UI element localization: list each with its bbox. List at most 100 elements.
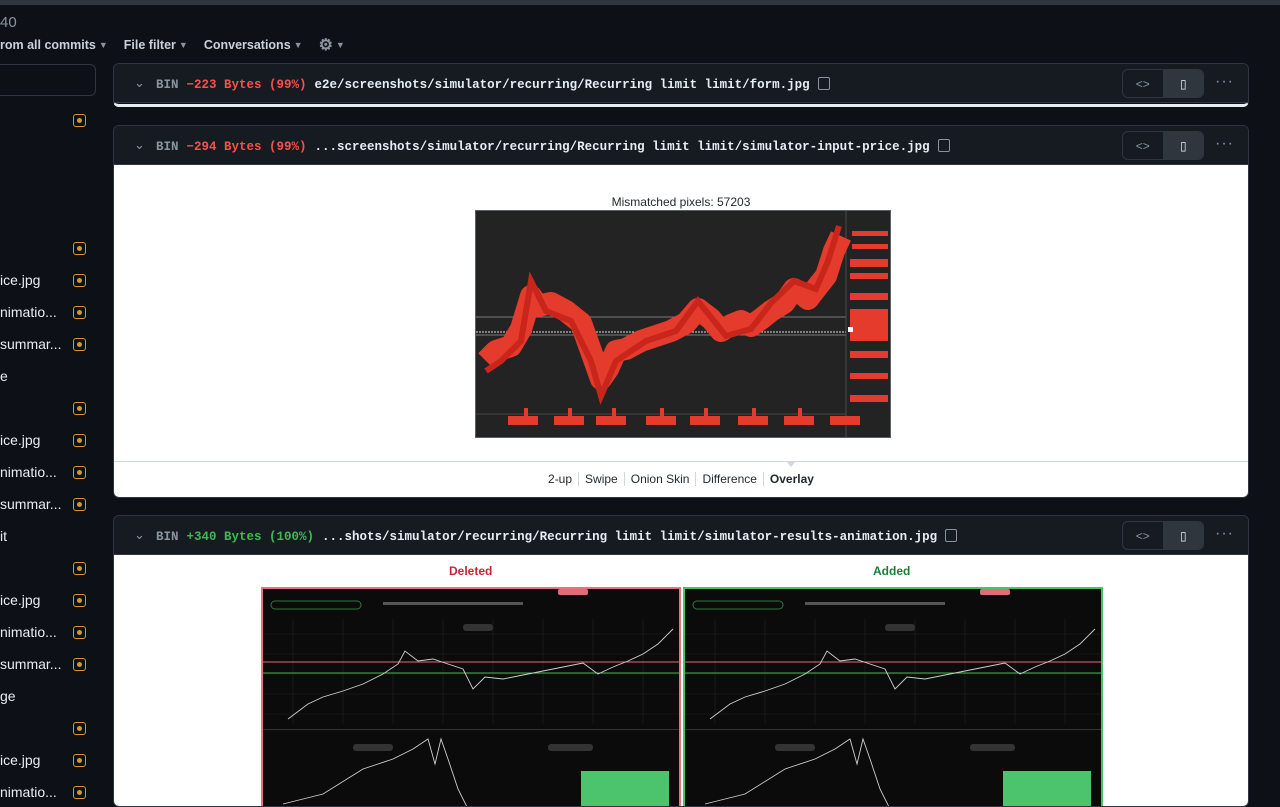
view-onion-skin[interactable]: Onion Skin bbox=[625, 472, 697, 486]
file-modified-icon bbox=[73, 114, 86, 127]
view-difference[interactable]: Difference bbox=[696, 472, 764, 486]
file-header-text: BIN −294 Bytes (99%) ...screenshots/simula… bbox=[156, 137, 950, 154]
active-view-pointer bbox=[786, 461, 796, 467]
file-tree-item-label: ice.jpg bbox=[0, 592, 41, 608]
view-toggle: <> ▯ bbox=[1122, 69, 1204, 98]
file-tree-item[interactable]: nimatio... bbox=[0, 304, 96, 324]
file-modified-icon bbox=[73, 498, 86, 511]
commits-filter[interactable]: rom all commits ▼ bbox=[0, 38, 108, 52]
copy-icon[interactable] bbox=[945, 529, 958, 542]
file-tree-item-label: ice.jpg bbox=[0, 432, 41, 448]
file-tree-item-label: summar... bbox=[0, 336, 62, 352]
code-icon[interactable]: <> bbox=[1123, 132, 1163, 159]
file-modified-icon bbox=[73, 434, 86, 447]
file-header: ⌄ BIN +340 Bytes (100%) ...shots/simulator… bbox=[114, 516, 1248, 555]
file-path[interactable]: ...shots/simulator/recurring/Recurring l… bbox=[322, 530, 937, 544]
file-tree-item[interactable] bbox=[0, 560, 96, 580]
chevron-down-icon: ▼ bbox=[335, 40, 345, 50]
mismatch-count: Mismatched pixels: 57203 bbox=[611, 195, 751, 209]
file-tree-item[interactable] bbox=[0, 112, 96, 132]
added-image bbox=[683, 587, 1103, 806]
file-tree-item[interactable] bbox=[0, 720, 96, 740]
file-header: ⌄ BIN −223 Bytes (99%) e2e/screenshots/sim… bbox=[114, 64, 1248, 103]
view-toggle: <> ▯ bbox=[1122, 131, 1204, 160]
file-tree-item[interactable]: summar... bbox=[0, 496, 96, 516]
file-filter-label: File filter bbox=[123, 38, 176, 52]
kebab-menu-icon[interactable]: ··· bbox=[1215, 525, 1234, 543]
view-toggle: <> ▯ bbox=[1122, 521, 1204, 550]
chevron-down-icon[interactable]: ⌄ bbox=[134, 75, 145, 91]
file-modified-icon bbox=[73, 594, 86, 607]
file-modified-icon bbox=[73, 786, 86, 799]
file-tree-item[interactable]: ice.jpg bbox=[0, 432, 96, 452]
code-icon[interactable]: <> bbox=[1123, 70, 1163, 97]
kebab-menu-icon[interactable]: ··· bbox=[1215, 135, 1234, 153]
file-tree-search-input[interactable] bbox=[0, 64, 96, 96]
file-path[interactable]: e2e/screenshots/simulator/recurring/Recu… bbox=[315, 78, 810, 92]
file-tree-item[interactable]: nimatio... bbox=[0, 624, 96, 644]
file-tree-item[interactable]: nimatio... bbox=[0, 464, 96, 484]
view-overlay[interactable]: Overlay bbox=[764, 472, 820, 486]
settings-menu[interactable]: ⚙ ▼ bbox=[319, 35, 345, 55]
file-modified-icon bbox=[73, 658, 86, 671]
file-modified-icon bbox=[73, 562, 86, 575]
deleted-label: Deleted bbox=[449, 564, 493, 578]
file-tree-item[interactable]: it bbox=[0, 528, 96, 548]
file-modified-icon bbox=[73, 466, 86, 479]
file-icon[interactable]: ▯ bbox=[1162, 70, 1203, 97]
image-diff-panel: Mismatched pixels: 57203 2-up Swipe Onio… bbox=[114, 165, 1248, 497]
size-delta: −294 Bytes (99%) bbox=[186, 140, 307, 154]
file-card-results-animation: ⌄ BIN +340 Bytes (100%) ...shots/simulator… bbox=[113, 515, 1249, 807]
kebab-menu-icon[interactable]: ··· bbox=[1215, 73, 1234, 91]
file-tree-item-label: ice.jpg bbox=[0, 272, 41, 288]
file-header-text: BIN +340 Bytes (100%) ...shots/simulator/r… bbox=[156, 527, 958, 544]
image-2up-panel: Deleted Added bbox=[114, 555, 1248, 806]
file-tree-item[interactable] bbox=[0, 240, 96, 260]
file-icon[interactable]: ▯ bbox=[1162, 132, 1203, 159]
file-tree-item[interactable]: ice.jpg bbox=[0, 272, 96, 292]
file-tree-item[interactable]: ge bbox=[0, 688, 96, 708]
file-tree-item[interactable]: e bbox=[0, 368, 96, 388]
copy-icon[interactable] bbox=[817, 77, 830, 90]
file-tree-item-label: summar... bbox=[0, 496, 62, 512]
overlay-diff-image bbox=[475, 210, 891, 438]
file-tree-item-label: ice.jpg bbox=[0, 752, 41, 768]
file-tree-item[interactable]: ice.jpg bbox=[0, 752, 96, 772]
file-tree-item[interactable] bbox=[0, 400, 96, 420]
file-tree-sidebar: ice.jpg nimatio... summar... e ice.jpg nimati… bbox=[0, 60, 100, 800]
file-icon[interactable]: ▯ bbox=[1162, 522, 1203, 549]
file-modified-icon bbox=[73, 338, 86, 351]
file-tree-item-label: nimatio... bbox=[0, 784, 57, 800]
chevron-down-icon[interactable]: ⌄ bbox=[134, 527, 145, 543]
view-swipe[interactable]: Swipe bbox=[579, 472, 625, 486]
file-modified-icon bbox=[73, 754, 86, 767]
file-tree-item-label: summar... bbox=[0, 656, 62, 672]
file-card-form: ⌄ BIN −223 Bytes (99%) e2e/screenshots/sim… bbox=[113, 63, 1249, 107]
conversations-filter-label: Conversations bbox=[203, 38, 291, 52]
deleted-image bbox=[261, 587, 681, 806]
file-filter[interactable]: File filter ▼ bbox=[124, 38, 188, 52]
image-view-modes: 2-up Swipe Onion Skin Difference Overlay bbox=[114, 461, 1248, 496]
file-tree-item[interactable]: ice.jpg bbox=[0, 592, 96, 612]
commits-filter-label: rom all commits bbox=[0, 38, 96, 52]
file-tree-item[interactable]: summar... bbox=[0, 656, 96, 676]
copy-icon[interactable] bbox=[937, 139, 950, 152]
code-icon[interactable]: <> bbox=[1123, 522, 1163, 549]
view-2up[interactable]: 2-up bbox=[542, 472, 580, 486]
bin-label: BIN bbox=[156, 140, 179, 154]
file-modified-icon bbox=[73, 722, 86, 735]
conversations-filter[interactable]: Conversations ▼ bbox=[204, 38, 303, 52]
file-tree-item[interactable]: nimatio... bbox=[0, 784, 96, 804]
window-top-bar bbox=[0, 0, 1280, 5]
pr-number: 40 bbox=[0, 14, 17, 31]
size-delta: −223 Bytes (99%) bbox=[186, 78, 307, 92]
file-header-text: BIN −223 Bytes (99%) e2e/screenshots/simul… bbox=[156, 75, 830, 92]
file-tree-item[interactable]: summar... bbox=[0, 336, 96, 356]
chevron-down-icon[interactable]: ⌄ bbox=[134, 137, 145, 153]
bin-label: BIN bbox=[156, 530, 179, 544]
size-delta: +340 Bytes (100%) bbox=[186, 530, 315, 544]
file-header: ⌄ BIN −294 Bytes (99%) ...screenshots/simu… bbox=[114, 126, 1248, 165]
file-tree-item-label: ge bbox=[0, 688, 16, 704]
file-path[interactable]: ...screenshots/simulator/recurring/Recur… bbox=[315, 140, 930, 154]
gear-icon: ⚙ bbox=[318, 37, 333, 54]
